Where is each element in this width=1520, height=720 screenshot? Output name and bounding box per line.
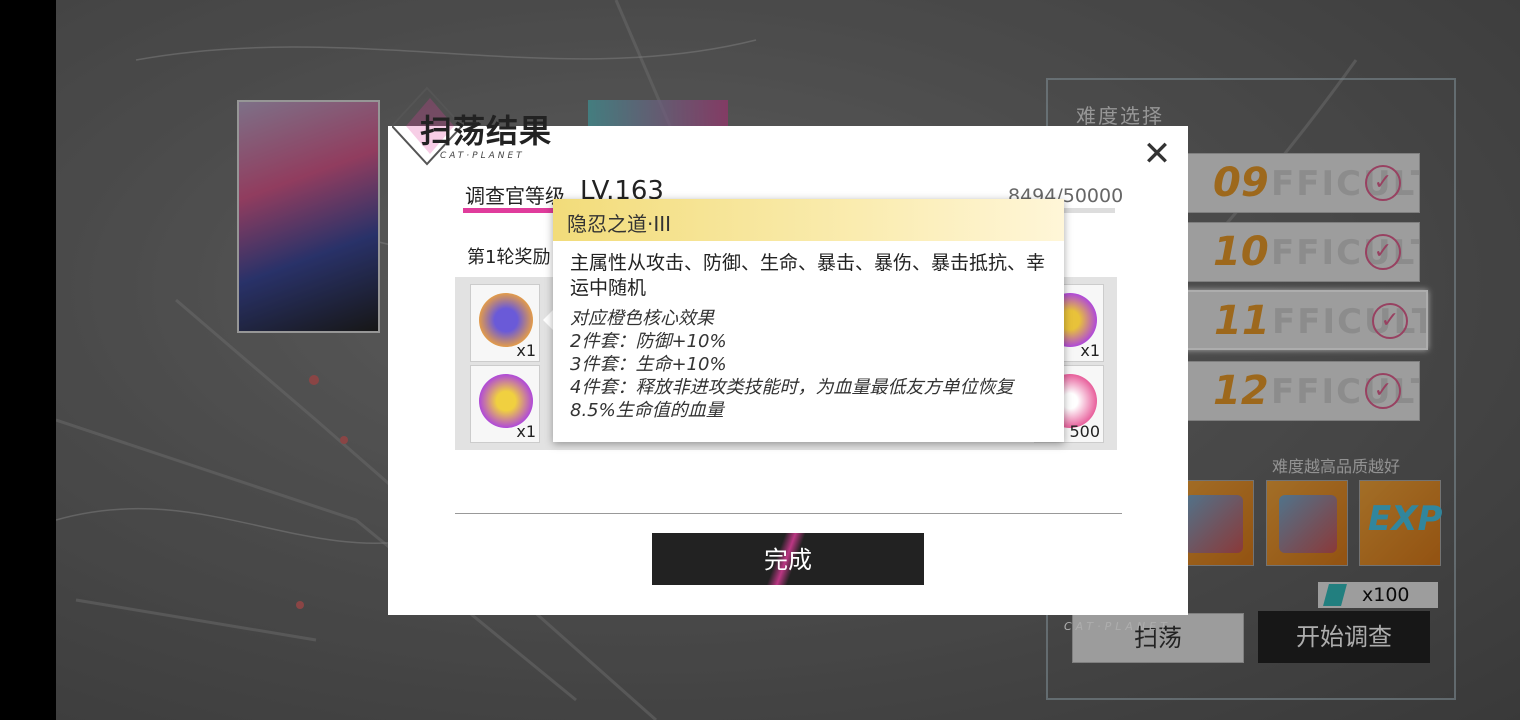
item-tooltip: 隐忍之道·III 主属性从攻击、防御、生命、暴击、暴伤、暴击抵抗、幸运中随机 对… [553,199,1064,442]
item-icon [479,374,533,428]
reward-item[interactable]: x1 [470,365,540,443]
set-3-effect: 3件套：生命+10% [570,354,727,375]
left-black-bar [0,0,56,720]
tooltip-main-stat: 主属性从攻击、防御、生命、暴击、暴伤、暴击抵抗、幸运中随机 [570,252,1046,299]
reward-item[interactable]: x1 [470,284,540,362]
done-button[interactable]: 完成 [652,533,924,585]
dialog-title: 扫荡结果 [420,112,553,150]
close-icon[interactable]: ✕ [1138,136,1176,174]
tooltip-header: 隐忍之道·III [553,199,1064,241]
set-4-effect: 4件套：释放非进攻类技能时，为血量最低友方单位恢复8.5%生命值的血量 [570,377,1014,421]
tooltip-pointer [543,310,553,330]
tooltip-item-name: 隐忍之道·III [567,212,672,236]
item-qty: x1 [1080,341,1100,360]
core-effect-title: 对应橙色核心效果 [570,308,714,329]
item-icon [479,293,533,347]
item-qty: 500 [1069,422,1100,441]
done-button-label: 完成 [764,546,812,574]
investigator-level-label: 调查官等级 [465,184,565,208]
round-reward-label: 第1轮奖励 [467,247,551,268]
dialog-title-sub: CAT·PLANET [440,151,525,161]
dialog-divider [455,513,1122,514]
tooltip-set-effects: 对应橙色核心效果 2件套：防御+10% 3件套：生命+10% 4件套：释放非进攻… [570,307,1054,422]
item-qty: x1 [516,341,536,360]
set-2-effect: 2件套：防御+10% [570,331,727,352]
item-qty: x1 [516,422,536,441]
